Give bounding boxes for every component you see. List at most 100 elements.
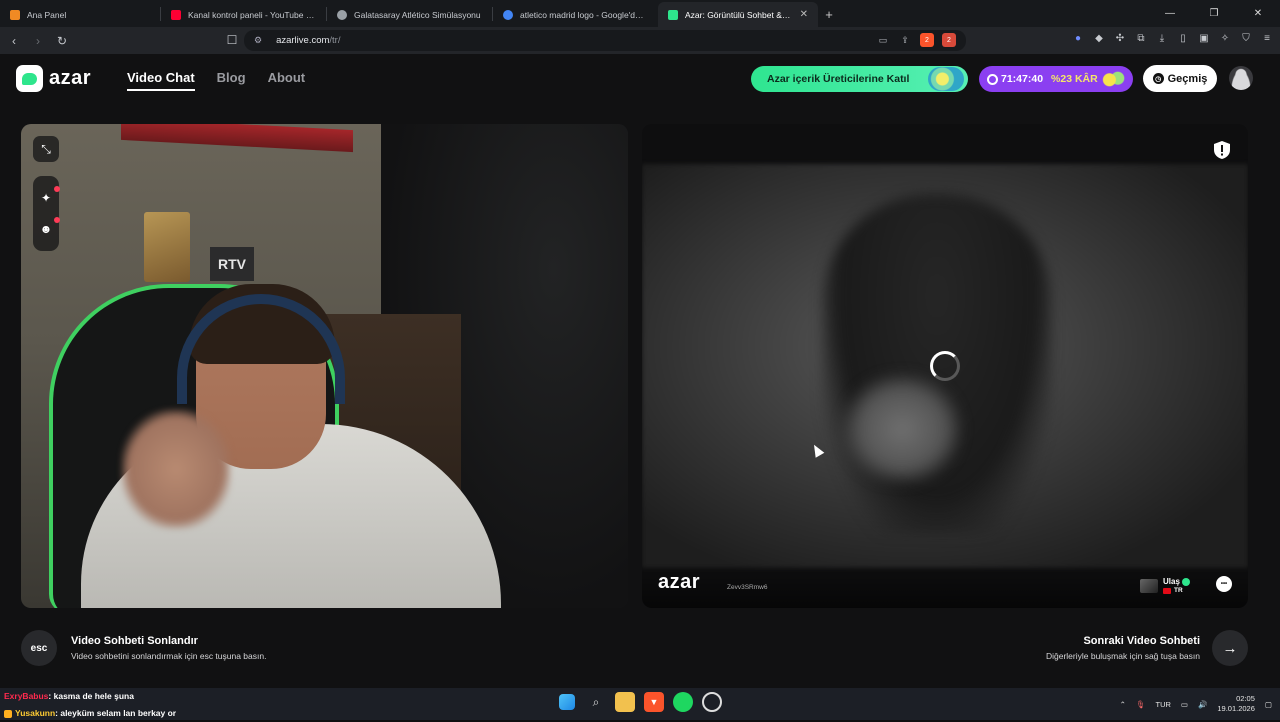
vpn-icon[interactable]: ● xyxy=(1071,31,1085,45)
history-label: Geçmiş xyxy=(1167,72,1208,85)
azar-page: azar Video Chat Blog About Azar içerik Ü… xyxy=(0,54,1280,688)
clock[interactable]: 02:05 19.01.2026 xyxy=(1217,694,1255,714)
chat-user: Yusakunn xyxy=(15,708,56,718)
coins-icon xyxy=(1101,71,1125,87)
spotify-icon[interactable] xyxy=(673,692,693,712)
notifications-icon[interactable]: ▢ xyxy=(1265,700,1272,709)
globe-icon xyxy=(337,9,347,20)
peer-info[interactable]: Ulaş TR xyxy=(1140,577,1190,594)
bookmark-icon[interactable]: ☐ xyxy=(222,30,242,50)
reload-icon[interactable]: ↻ xyxy=(52,31,72,51)
nav-video-chat[interactable]: Video Chat xyxy=(127,70,195,91)
history-clock-icon: ◷ xyxy=(1152,73,1164,84)
chat-message: : aleyküm selam lan berkay or xyxy=(55,708,177,718)
leo-ai-icon[interactable]: ✧ xyxy=(1218,31,1232,45)
browser-tab-strip: Ana Panel Kanal kontrol paneli - YouTube… xyxy=(0,0,1280,27)
end-chat-control: esc Video Sohbeti Sonlandır Video sohbet… xyxy=(21,630,266,666)
screenshot-icon[interactable]: ⧉ xyxy=(1134,31,1148,45)
sidebar-icon[interactable]: ▯ xyxy=(1176,31,1190,45)
minimize-button[interactable]: — xyxy=(1148,0,1192,27)
notification-dot xyxy=(54,217,60,223)
clock-icon xyxy=(987,73,998,85)
network-icon[interactable]: ▭ xyxy=(1181,700,1188,709)
azar-logo[interactable]: azar xyxy=(16,65,91,92)
google-icon xyxy=(503,9,513,20)
url-host: azarlive.com xyxy=(276,35,330,46)
tab-azar[interactable]: Azar: Görüntülü Sohbet & Ye ✕ xyxy=(658,2,818,27)
next-arrow-button[interactable]: → xyxy=(1212,630,1248,666)
creator-program-button[interactable]: Azar içerik Üreticilerine Katıl xyxy=(751,66,968,92)
azar-watermark: azar xyxy=(658,571,701,593)
creator-program-label: Azar içerik Üreticilerine Katıl xyxy=(767,73,910,85)
profile-avatar[interactable] xyxy=(1229,66,1253,90)
vpn-shield-icon[interactable]: ⛉ xyxy=(1239,31,1253,45)
peer-country: TR xyxy=(1174,587,1183,594)
tab-google-search[interactable]: atletico madrid logo - Google'da Ara xyxy=(493,2,658,27)
extension-diamond-icon[interactable]: ◆ xyxy=(1092,31,1106,45)
peer-avatar xyxy=(1140,578,1158,593)
brave-browser-icon[interactable]: ▼ xyxy=(644,692,664,712)
main-nav: Video Chat Blog About xyxy=(127,70,305,91)
nav-about[interactable]: About xyxy=(268,70,306,91)
peer-id: Zevv3SRmw6 xyxy=(727,584,768,591)
taskbar-apps: ⌕ ▼ xyxy=(557,692,722,712)
promo-timer-button[interactable]: 71:47:40 %23 KÂR xyxy=(979,66,1133,92)
close-tab-icon[interactable]: ✕ xyxy=(792,9,808,20)
tab-ana-panel[interactable]: Ana Panel xyxy=(0,2,160,27)
report-icon[interactable] xyxy=(1212,140,1232,160)
tab-galatasaray-sim[interactable]: Galatasaray Atlético Simülasyonu xyxy=(327,2,492,27)
minimize-video-icon[interactable]: ⤡ xyxy=(33,136,59,162)
close-window-button[interactable]: ✕ xyxy=(1236,0,1280,27)
windows-start-icon[interactable] xyxy=(559,694,575,710)
tab-youtube-studio[interactable]: Kanal kontrol paneli - YouTube Studio xyxy=(161,2,326,27)
chat-message: : kasma de hele şuna xyxy=(48,691,134,701)
remote-video: azar Zevv3SRmw6 Ulaş TR ••• xyxy=(642,124,1248,608)
nav-blog[interactable]: Blog xyxy=(217,70,246,91)
url-actions: ▭ ⇪ 2 2 xyxy=(876,30,956,50)
verified-icon xyxy=(1181,577,1190,586)
chat-line: Yusakunn: aleyküm selam lan berkay or xyxy=(4,705,176,722)
azar-favicon-icon xyxy=(668,9,678,20)
chat-bubble-icon[interactable]: ••• xyxy=(1216,576,1232,592)
notification-dot xyxy=(54,186,60,192)
url-bar[interactable]: ⚙ azarlive.com/tr/ ▭ ⇪ 2 2 xyxy=(244,30,966,51)
wallet-icon[interactable]: ▣ xyxy=(1197,31,1211,45)
chat-line: ExryBabus: kasma de hele şuna xyxy=(4,688,176,705)
forward-icon[interactable]: › xyxy=(28,31,48,51)
cast-icon[interactable]: ▭ xyxy=(876,33,890,47)
brave-rewards-icon[interactable]: 2 xyxy=(942,33,956,47)
brave-shield-icon[interactable]: 2 xyxy=(920,33,934,47)
esc-button[interactable]: esc xyxy=(21,630,57,666)
system-tray: ⌃ 🎙 TUR ▭ 🔊 02:05 19.01.2026 ▢ xyxy=(1120,688,1272,720)
site-info-icon[interactable]: ⚙ xyxy=(254,35,262,46)
rtv-sign: RTV xyxy=(210,247,254,281)
extensions-puzzle-icon[interactable]: ✣ xyxy=(1113,31,1127,45)
language-indicator[interactable]: TUR xyxy=(1156,700,1171,709)
window-controls: — ❐ ✕ xyxy=(1148,0,1280,27)
file-explorer-icon[interactable] xyxy=(615,692,635,712)
creator-illustration-icon xyxy=(928,67,964,91)
promo-profit: %23 KÂR xyxy=(1051,73,1098,85)
back-icon[interactable]: ‹ xyxy=(4,31,24,51)
url-path: /tr/ xyxy=(329,35,341,46)
local-video: RTV ⤡ ✦ ☻ xyxy=(21,124,628,608)
volume-icon[interactable]: 🔊 xyxy=(1198,700,1207,709)
face-filter-icon[interactable]: ☻ xyxy=(33,216,60,242)
effects-toolbar: ✦ ☻ xyxy=(33,176,60,251)
download-icon[interactable]: ⤓ xyxy=(1155,31,1169,45)
share-icon[interactable]: ⇪ xyxy=(898,33,912,47)
youtube-icon xyxy=(171,9,181,20)
streaming-app-icon[interactable] xyxy=(702,692,722,712)
search-icon[interactable]: ⌕ xyxy=(586,692,606,712)
subscriber-badge-icon xyxy=(4,709,12,718)
new-tab-button[interactable]: + xyxy=(818,2,840,27)
restore-button[interactable]: ❐ xyxy=(1192,0,1236,27)
magic-wand-icon[interactable]: ✦ xyxy=(33,185,60,211)
microphone-icon[interactable]: 🎙 xyxy=(1136,700,1146,709)
menu-icon[interactable]: ≡ xyxy=(1260,31,1274,45)
chat-user: ExryBabus xyxy=(4,691,49,701)
chevron-up-icon[interactable]: ⌃ xyxy=(1120,700,1126,709)
history-button[interactable]: ◷ Geçmiş xyxy=(1143,65,1217,92)
end-chat-hint: Video sohbetini sonlandırmak için esc tu… xyxy=(71,651,267,661)
next-chat-hint: Diğerleriyle buluşmak için sağ tuşa bası… xyxy=(1045,651,1200,661)
